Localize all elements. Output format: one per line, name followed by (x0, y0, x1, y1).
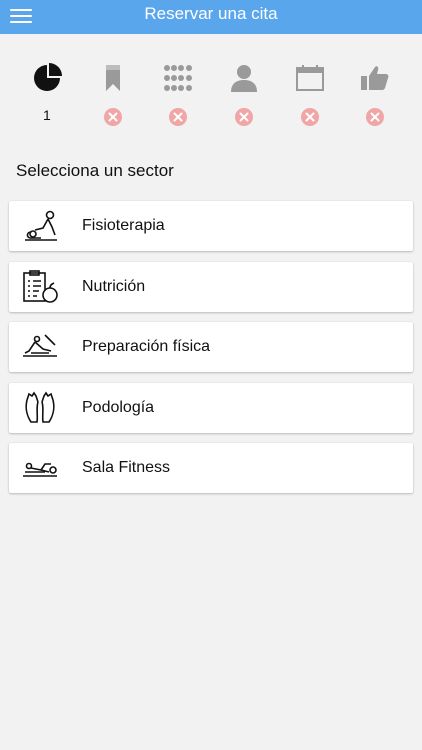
thumbs-up-icon (361, 66, 389, 90)
step-4[interactable] (211, 62, 277, 132)
error-x-icon (300, 108, 319, 126)
sector-label: Sala Fitness (82, 459, 171, 476)
sector-list: Fisioterapia Nutrición Preparación físic… (9, 201, 413, 504)
sector-label: Preparación física (82, 338, 211, 355)
sector-item-fisioterapia[interactable]: Fisioterapia (9, 201, 413, 251)
error-x-icon (103, 108, 122, 126)
physiotherapy-icon (25, 210, 57, 241)
booking-steps: 1 (14, 62, 408, 132)
sector-item-podologia[interactable]: Podología (9, 382, 413, 433)
bookmark-icon (105, 65, 120, 91)
sector-label: Nutrición (82, 277, 146, 295)
calendar-icon (295, 65, 324, 91)
error-x-icon (169, 108, 188, 126)
sector-item-sala-fitness[interactable]: Sala Fitness (9, 443, 413, 493)
error-x-icon (366, 108, 385, 126)
step-5[interactable] (277, 62, 343, 132)
step-6[interactable] (342, 62, 408, 132)
sector-item-preparacion-fisica[interactable]: Preparación física (9, 322, 413, 372)
sector-label: Fisioterapia (82, 217, 165, 234)
physical-training-icon (23, 334, 57, 357)
person-icon (230, 65, 257, 92)
sector-label: Podología (82, 398, 155, 416)
podiatry-feet-icon (25, 391, 55, 423)
page-title: Reservar una cita (144, 4, 278, 23)
fitness-room-icon (23, 462, 57, 477)
app-header: Reservar una cita (0, 0, 422, 34)
error-x-icon (234, 108, 253, 126)
section-title: Selecciona un sector (16, 161, 174, 180)
step-1[interactable]: 1 (14, 62, 80, 132)
grid-dots-icon (164, 65, 193, 91)
step-number: 1 (42, 107, 51, 123)
sector-item-nutricion[interactable]: Nutrición (9, 261, 413, 312)
step-2[interactable] (80, 62, 146, 132)
nutrition-icon (23, 269, 58, 303)
pie-chart-icon (33, 63, 62, 91)
step-3[interactable] (145, 62, 211, 132)
